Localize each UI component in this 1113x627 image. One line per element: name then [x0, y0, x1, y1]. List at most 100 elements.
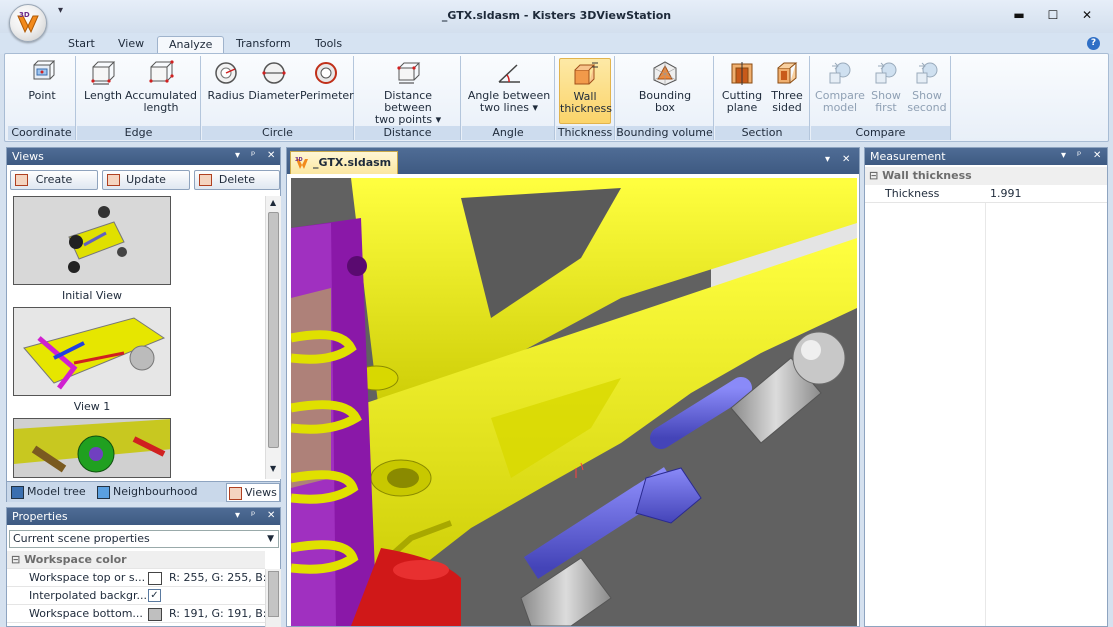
minimize-button[interactable]: ▬	[1007, 8, 1031, 26]
measurement-panel-close-icon[interactable]: ✕	[1093, 150, 1101, 161]
group-label-section: Section	[715, 126, 809, 140]
show-first-icon	[875, 62, 897, 84]
group-label-compare: Compare	[811, 126, 950, 140]
create-icon	[15, 174, 28, 186]
interpolated-checkbox[interactable]: ✓	[148, 589, 161, 602]
distance-between-two-points-button[interactable]: Distance between two points ▾	[359, 58, 457, 126]
distance-icon	[397, 62, 421, 84]
svg-text:3D: 3D	[19, 11, 30, 19]
group-label-bounding-volume: Bounding volume	[616, 126, 713, 140]
collapse-icon: ⊟	[869, 169, 879, 182]
tab-view[interactable]: View	[107, 36, 155, 54]
tab-views[interactable]: Views	[226, 483, 280, 502]
measurement-panel-pin-icon[interactable]: ᵖ	[1077, 150, 1081, 161]
properties-panel-close-icon[interactable]: ✕	[267, 510, 275, 521]
document-dropdown-icon[interactable]: ▾	[825, 154, 830, 165]
tab-analyze[interactable]: Analyze	[157, 36, 225, 54]
ribbon-group-bounding-volume: Bounding box Bounding volume	[616, 56, 714, 140]
thumbnail-label-view1: View 1	[73, 400, 111, 413]
diameter-icon	[262, 62, 286, 84]
3d-viewport[interactable]	[291, 178, 857, 626]
property-row[interactable]: Workspace bottom... R: 191, G: 191, B: 1…	[7, 605, 265, 623]
properties-panel-dropdown-icon[interactable]: ▾	[235, 510, 240, 521]
compare-model-button[interactable]: Compare model	[815, 58, 865, 114]
measurement-category[interactable]: ⊟ Wall thickness	[865, 167, 1107, 185]
tab-model-tree[interactable]: Model tree	[9, 483, 93, 502]
measurement-panel-dropdown-icon[interactable]: ▾	[1061, 150, 1066, 161]
views-panel-pin-icon[interactable]: ᵖ	[251, 150, 255, 161]
show-first-button[interactable]: Show first	[867, 58, 905, 114]
group-label-angle: Angle	[462, 126, 554, 140]
document-file-icon: 3D	[295, 157, 308, 169]
property-row[interactable]: Workspace top or s... R: 255, G: 255, B:…	[7, 569, 265, 587]
length-button[interactable]: Length	[83, 58, 123, 102]
view-thumbnail-initial[interactable]	[13, 196, 171, 285]
point-button[interactable]: Point	[12, 58, 72, 102]
delete-view-button[interactable]: Delete	[194, 170, 280, 190]
group-label-thickness: Thickness	[556, 126, 614, 140]
views-panel-close-icon[interactable]: ✕	[267, 150, 275, 161]
view-thumbnail-view2[interactable]	[13, 418, 171, 478]
tab-transform[interactable]: Transform	[225, 36, 302, 54]
update-view-button[interactable]: Update	[102, 170, 190, 190]
perimeter-button[interactable]: Perimeter	[300, 58, 354, 102]
ribbon-group-edge: Length Accumulated length Edge	[77, 56, 201, 140]
thumbnail-label-initial: Initial View	[61, 289, 123, 302]
group-label-coordinate: Coordinate	[8, 126, 75, 140]
views-panel-dropdown-icon[interactable]: ▾	[235, 150, 240, 161]
angle-icon	[498, 64, 520, 83]
ribbon-group-angle: Angle between two lines ▾ Angle	[462, 56, 555, 140]
collapse-icon: ⊟	[11, 553, 21, 566]
create-view-button[interactable]: Create	[10, 170, 98, 190]
model-tree-icon	[11, 486, 24, 499]
properties-scrollbar[interactable]	[265, 569, 281, 627]
perimeter-icon	[315, 62, 337, 84]
group-label-distance: Distance	[355, 126, 460, 140]
document-close-icon[interactable]: ✕	[842, 154, 850, 165]
help-icon[interactable]: ?	[1087, 37, 1100, 50]
ribbon-group-compare: Compare model Show first Show second Compar…	[811, 56, 951, 140]
chevron-down-icon: ▼	[267, 534, 274, 544]
angle-between-two-lines-button[interactable]: Angle between two lines ▾	[466, 58, 552, 114]
views-panel: Views ▾ ᵖ ✕ Create Update Delete Initial…	[6, 147, 281, 516]
cutting-plane-icon	[731, 62, 753, 85]
tab-start[interactable]: Start	[57, 36, 106, 54]
ribbon-group-circle: Radius Diameter Perimeter Circle	[202, 56, 354, 140]
accumulated-length-button[interactable]: Accumulated length	[125, 58, 197, 114]
cutting-plane-button[interactable]: Cutting plane	[719, 58, 765, 114]
accumulated-length-icon	[149, 60, 174, 83]
neighbourhood-search-icon	[97, 486, 110, 499]
point-icon	[33, 60, 55, 80]
window-title: _GTX.sldasm - Kisters 3DViewStation	[441, 9, 672, 22]
document-tab[interactable]: 3D _GTX.sldasm	[290, 151, 399, 174]
show-second-button[interactable]: Show second	[907, 58, 947, 114]
properties-panel-pin-icon[interactable]: ᵖ	[251, 510, 255, 521]
ribbon-group-distance: Distance between two points ▾ Distance	[355, 56, 461, 140]
property-row[interactable]: Interpolated backgr... ✓	[7, 587, 265, 605]
view-thumbnail-view1[interactable]	[13, 307, 171, 396]
three-sided-button[interactable]: Three sided	[767, 58, 807, 114]
views-scrollbar[interactable]: ▲ ▼	[265, 196, 281, 479]
3dviewstation-logo-icon[interactable]: 3D	[9, 4, 47, 42]
delete-icon	[199, 174, 212, 186]
bounding-box-icon	[653, 61, 677, 86]
property-category[interactable]: ⊟ Workspace color	[7, 551, 265, 569]
show-second-icon	[916, 62, 938, 84]
document-tabbar: 3D _GTX.sldasm ▾ ✕	[287, 148, 859, 174]
close-button[interactable]: ✕	[1075, 8, 1099, 26]
3d-model-render	[291, 178, 857, 626]
tab-neighbourhood-search[interactable]: Neighbourhood se...	[95, 483, 223, 516]
radius-button[interactable]: Radius	[206, 58, 246, 102]
group-label-circle: Circle	[202, 126, 353, 140]
diameter-button[interactable]: Diameter	[248, 58, 300, 102]
svg-text:3D: 3D	[295, 157, 303, 163]
maximize-button[interactable]: ☐	[1041, 8, 1065, 26]
wall-thickness-icon	[574, 62, 598, 85]
bounding-box-button[interactable]: Bounding box	[626, 58, 704, 114]
scene-properties-select[interactable]: Current scene properties ▼	[9, 530, 279, 548]
tab-tools[interactable]: Tools	[304, 36, 353, 54]
measurement-panel-title: Measurement	[865, 148, 1107, 165]
measurement-row[interactable]: Thickness 1.991	[865, 185, 1107, 203]
color-swatch	[148, 572, 162, 585]
wall-thickness-button[interactable]: Wall thickness	[559, 58, 612, 124]
